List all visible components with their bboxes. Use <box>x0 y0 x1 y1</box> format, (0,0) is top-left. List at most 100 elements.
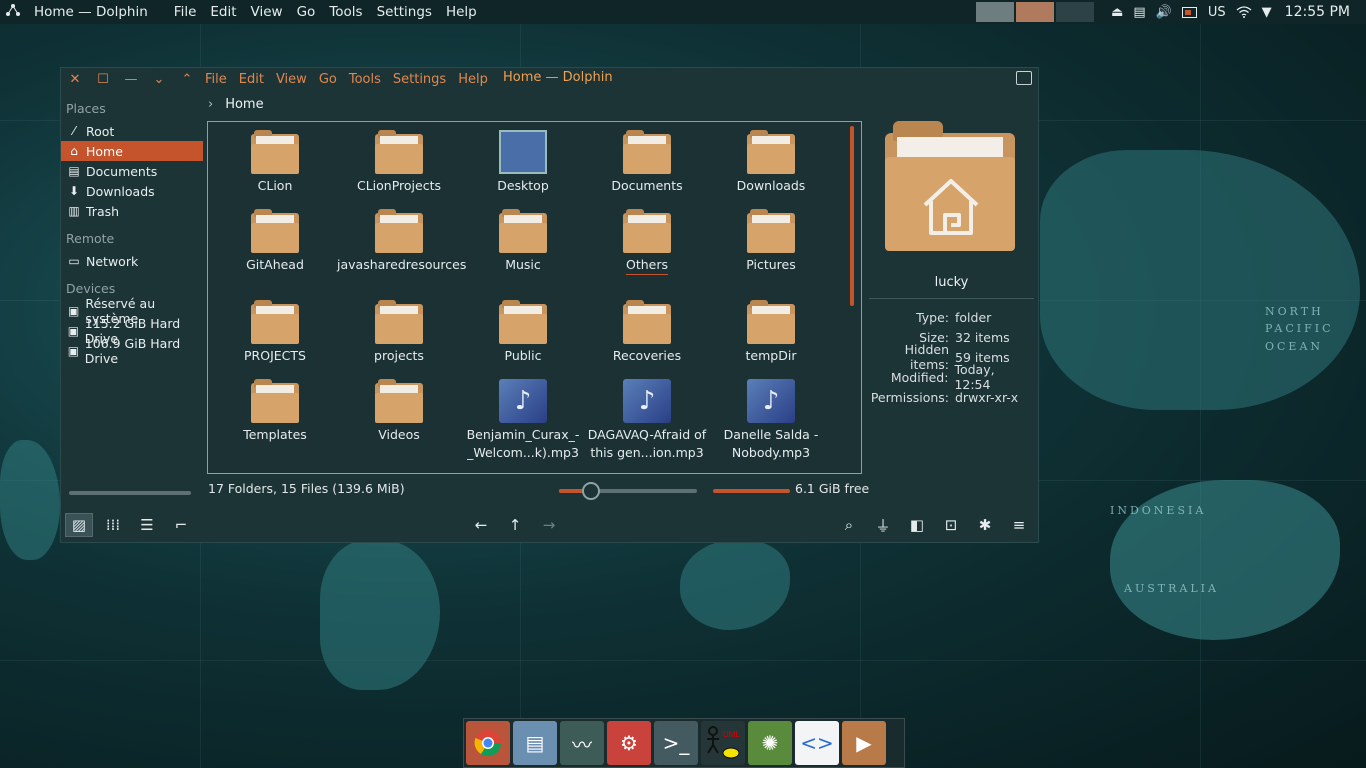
file-item-videos[interactable]: Videos <box>337 379 461 444</box>
pager-desktop-2[interactable] <box>1016 2 1055 22</box>
pager-desktop-3[interactable] <box>1056 2 1095 22</box>
sidebar-item-device-106gib[interactable]: ▣ 106.9 GiB Hard Drive <box>61 336 206 366</box>
file-item-templates[interactable]: Templates <box>213 379 337 444</box>
file-item-downloads[interactable]: Downloads <box>709 130 833 195</box>
volume-icon[interactable]: 🔊 <box>1156 5 1172 20</box>
terminal-icon[interactable]: ⊡ <box>937 513 965 537</box>
filter-icon[interactable]: ⏚ <box>869 513 897 537</box>
view-scrollbar[interactable] <box>850 126 854 306</box>
file-item-label: Danelle Salda - Nobody.mp3 <box>723 427 819 460</box>
back-arrow-icon[interactable]: ← <box>467 513 495 537</box>
sidebar-item-network[interactable]: ▭ Network <box>61 251 206 271</box>
file-item-tempdir[interactable]: tempDir <box>709 300 833 365</box>
search-icon[interactable]: ⌕ <box>835 513 863 537</box>
details-view-icon[interactable]: ☰ <box>133 513 161 537</box>
folder-icon <box>623 209 671 253</box>
uml-tool-icon[interactable]: UML <box>701 721 745 765</box>
file-item-projects[interactable]: projects <box>337 300 461 365</box>
clock[interactable]: 12:55 PM <box>1285 4 1350 20</box>
menu-edit[interactable]: Edit <box>239 72 264 87</box>
keyboard-layout[interactable]: US <box>1208 5 1226 20</box>
clipboard-icon[interactable]: ▤ <box>1133 5 1145 20</box>
file-item-others[interactable]: Others <box>585 209 709 275</box>
up-arrow-icon[interactable]: ↑ <box>501 513 529 537</box>
updates-icon[interactable]: ⏏ <box>1111 5 1123 20</box>
minimize-icon[interactable]: — <box>117 72 145 87</box>
folder-icon <box>623 300 671 344</box>
sidebar-item-home[interactable]: ⌂ Home <box>61 141 203 161</box>
zoom-slider[interactable] <box>559 482 697 500</box>
file-item-projects[interactable]: PROJECTS <box>213 300 337 365</box>
info-row-permissions: Permissions: drwxr-xr-x <box>870 389 1019 405</box>
places-panel: Places ⁄ Root ⌂ Home ▤ Documents ⬇ Downloads… <box>61 94 206 366</box>
file-item-recoveries[interactable]: Recoveries <box>585 300 709 365</box>
hamburger-menu-icon[interactable]: ≡ <box>1005 513 1033 537</box>
wifi-icon[interactable] <box>1236 6 1252 18</box>
panel-menu-tools[interactable]: Tools <box>329 4 362 20</box>
icons-view-icon[interactable]: ⁞⁞⁞ <box>99 513 127 537</box>
pager-desktop-1[interactable] <box>976 2 1015 22</box>
menu-tools[interactable]: Tools <box>349 72 381 87</box>
zoom-slider-handle[interactable] <box>582 482 600 500</box>
folder-icon <box>747 300 795 344</box>
menu-file[interactable]: File <box>205 72 227 87</box>
shade-down-icon[interactable]: ⌄ <box>145 72 173 87</box>
file-manager-icon[interactable]: ▤ <box>513 721 557 765</box>
panel-menu-edit[interactable]: Edit <box>210 4 236 20</box>
panel-menu-go[interactable]: Go <box>297 4 316 20</box>
chrome-icon[interactable] <box>466 721 510 765</box>
maximize-icon[interactable]: ☐ <box>89 72 117 87</box>
keep-above-icon[interactable]: ⌃ <box>173 72 201 87</box>
breadcrumb-home[interactable]: Home <box>225 97 263 112</box>
tray-expand-icon[interactable]: ▼ <box>1262 5 1272 20</box>
menu-view[interactable]: View <box>276 72 307 87</box>
battery-icon[interactable] <box>1181 6 1198 18</box>
system-monitor-icon[interactable]: 〰 <box>560 721 604 765</box>
file-item-clion[interactable]: CLion <box>213 130 337 195</box>
launcher-icon[interactable] <box>2 2 24 22</box>
file-item-danelle-salda-nobody-mp3[interactable]: ♪ Danelle Salda - Nobody.mp3 <box>709 379 833 462</box>
file-item-music[interactable]: Music <box>461 209 585 274</box>
code-editor-icon[interactable]: <> <box>795 721 839 765</box>
file-item-gitahead[interactable]: GitAhead <box>213 209 337 274</box>
file-item-benjamin-curax-welcom-k-mp3[interactable]: ♪ Benjamin_Curax_-_Welcom...k).mp3 <box>461 379 585 462</box>
forward-arrow-icon[interactable]: → <box>535 513 563 537</box>
sidebar-item-trash[interactable]: ▥ Trash <box>61 201 206 221</box>
preview-toggle-icon[interactable]: ▨ <box>65 513 93 537</box>
sidebar-item-label: Network <box>86 253 139 269</box>
file-item-label: CLion <box>257 178 293 193</box>
panel-menu-file[interactable]: File <box>174 4 197 20</box>
file-item-clionprojects[interactable]: CLionProjects <box>337 130 461 195</box>
folder-icon <box>375 300 423 344</box>
file-item-pictures[interactable]: Pictures <box>709 209 833 274</box>
panel-menu-help[interactable]: Help <box>446 4 477 20</box>
menu-settings[interactable]: Settings <box>393 72 446 87</box>
close-icon[interactable]: ✕ <box>61 72 89 87</box>
split-view-icon[interactable]: ◧ <box>903 513 931 537</box>
file-item-documents[interactable]: Documents <box>585 130 709 195</box>
folder-icon <box>747 130 795 174</box>
sidebar-scrollbar[interactable] <box>69 491 191 495</box>
file-item-javasharedresources[interactable]: javasharedresources <box>337 209 466 274</box>
settings-gear-icon[interactable]: ✱ <box>971 513 999 537</box>
sidebar-item-label: Documents <box>86 163 158 179</box>
inkscape-icon[interactable]: ✺ <box>748 721 792 765</box>
system-settings-icon[interactable]: ⚙ <box>607 721 651 765</box>
breadcrumb-chevron-icon[interactable]: › <box>208 97 213 112</box>
panel-menu-settings[interactable]: Settings <box>377 4 432 20</box>
window-menu-icon[interactable] <box>1016 71 1032 85</box>
panel-menu-view[interactable]: View <box>251 4 283 20</box>
file-item-desktop[interactable]: Desktop <box>461 130 585 195</box>
terminal-app-icon[interactable]: >_ <box>654 721 698 765</box>
menu-help[interactable]: Help <box>458 72 488 87</box>
media-player-icon[interactable]: ▶ <box>842 721 886 765</box>
menu-go[interactable]: Go <box>319 72 337 87</box>
file-item-public[interactable]: Public <box>461 300 585 365</box>
sidebar-item-documents[interactable]: ▤ Documents <box>61 161 206 181</box>
tree-view-icon[interactable]: ⌐ <box>167 513 195 537</box>
file-icon-view[interactable]: CLion CLionProjects Desktop Documents Downlo… <box>207 121 862 474</box>
breadcrumb[interactable]: › Home <box>208 94 264 114</box>
file-item-dagavaq-afraid-of-this-gen-ion-mp3[interactable]: ♪ DAGAVAQ-Afraid of this gen...ion.mp3 <box>585 379 709 462</box>
sidebar-item-root[interactable]: ⁄ Root <box>61 121 206 141</box>
sidebar-item-downloads[interactable]: ⬇ Downloads <box>61 181 206 201</box>
